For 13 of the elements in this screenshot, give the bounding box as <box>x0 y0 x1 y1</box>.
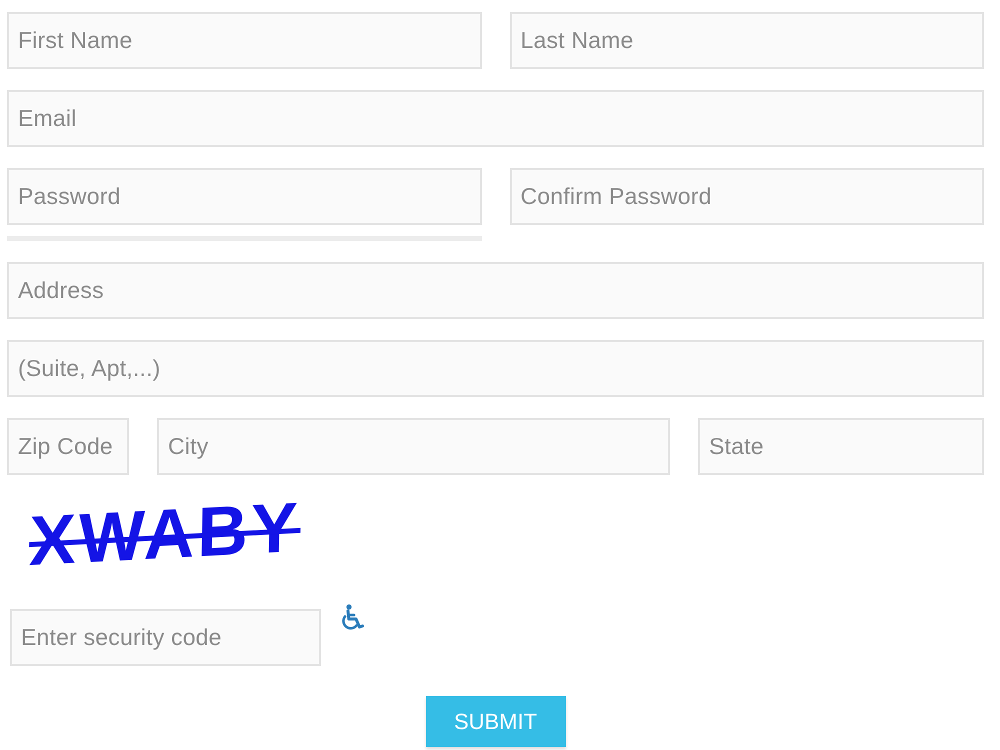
submit-button[interactable]: SUBMIT <box>426 696 566 747</box>
city-field[interactable]: City <box>157 418 670 475</box>
address-line-2-field[interactable]: (Suite, Apt,...) <box>7 340 984 397</box>
email-field[interactable]: Email <box>7 90 984 147</box>
address-field[interactable]: Address <box>7 262 984 319</box>
state-field[interactable]: State <box>698 418 984 475</box>
last-name-field[interactable]: Last Name <box>510 12 984 69</box>
security-code-field[interactable]: Enter security code <box>10 609 321 666</box>
confirm-password-field[interactable]: Confirm Password <box>510 168 984 225</box>
zip-code-field[interactable]: Zip Code <box>7 418 129 475</box>
wheelchair-icon[interactable] <box>340 604 364 632</box>
first-name-field[interactable]: First Name <box>7 12 482 69</box>
password-field[interactable]: Password <box>7 168 482 225</box>
